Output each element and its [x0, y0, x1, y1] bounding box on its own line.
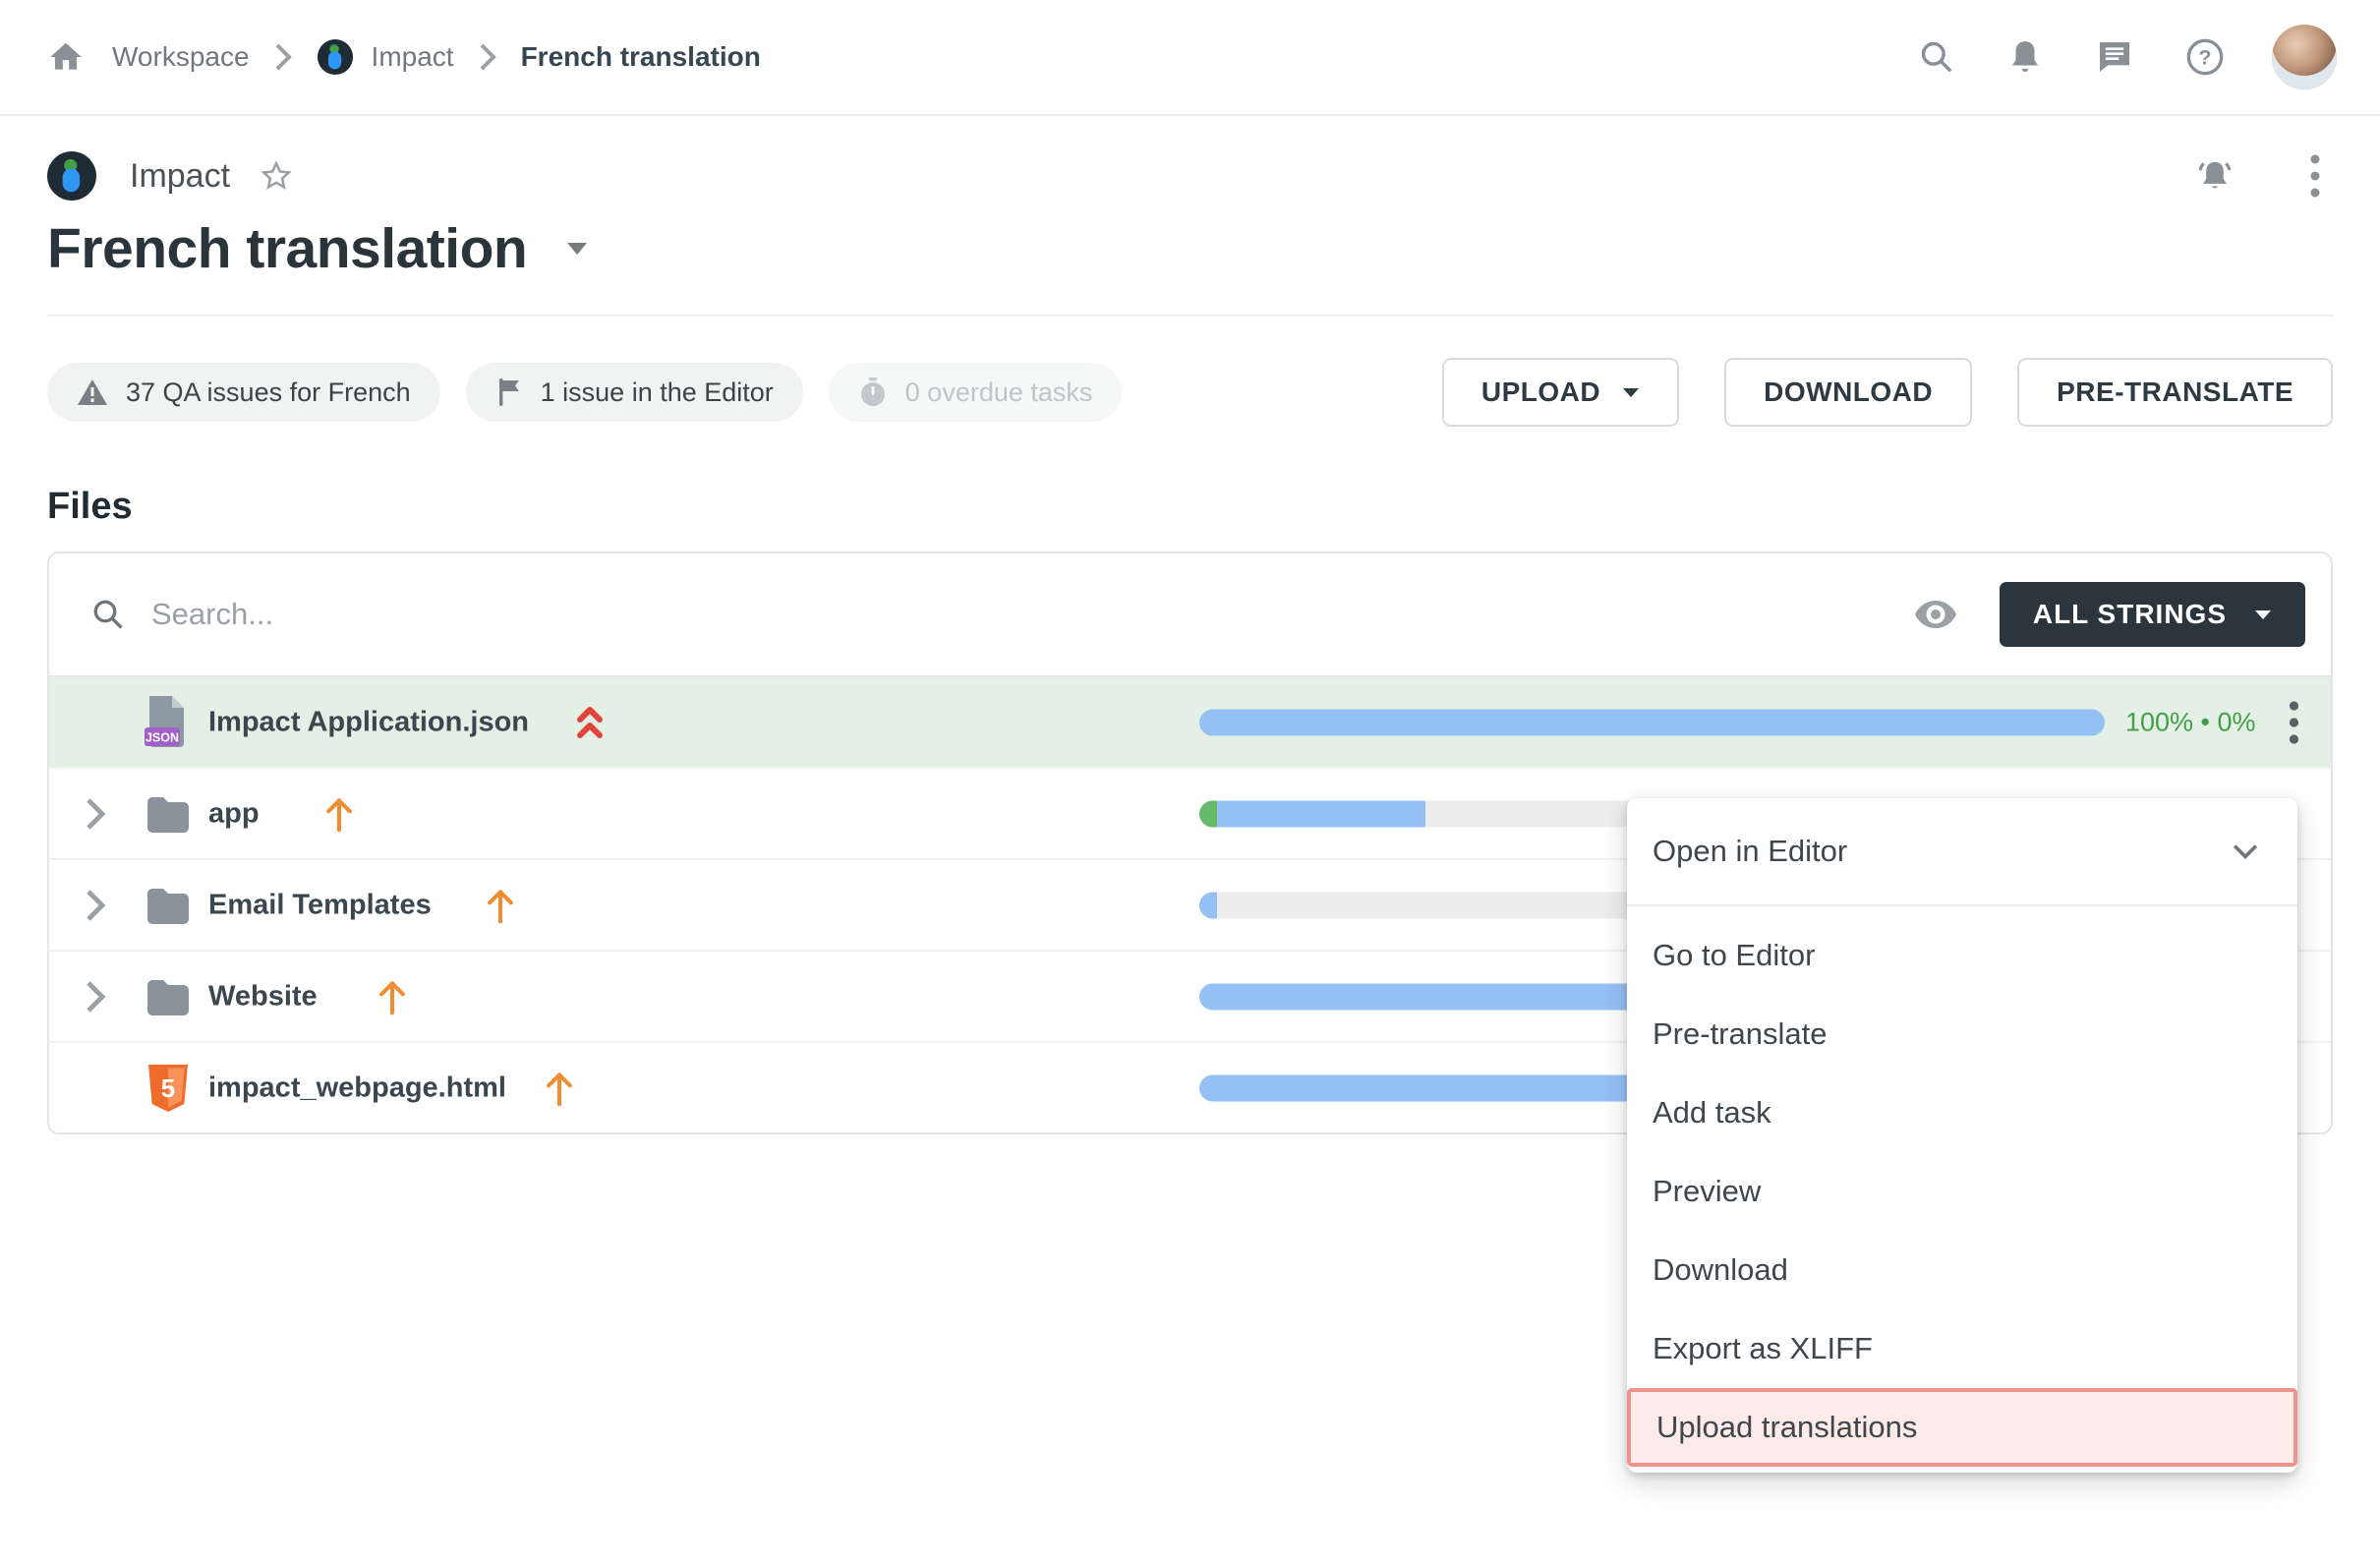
menu-item-preview[interactable]: Preview [1627, 1152, 2297, 1231]
search-icon [90, 597, 126, 632]
upload-arrow-icon [543, 1070, 576, 1107]
breadcrumb: Workspace Impact French translation [47, 38, 761, 76]
home-icon[interactable] [47, 38, 85, 76]
user-avatar[interactable] [2272, 25, 2337, 89]
qa-issues-chip[interactable]: 37 QA issues for French [47, 363, 440, 422]
file-name: impact_webpage.html [208, 1072, 506, 1104]
double-chevron-up-icon [574, 705, 606, 740]
project-logo[interactable] [47, 151, 96, 201]
menu-item-add-task[interactable]: Add task [1627, 1073, 2297, 1152]
expand-chevron-icon[interactable] [83, 979, 106, 1014]
files-search-row: ALL STRINGS [49, 553, 2331, 675]
all-strings-filter-button[interactable]: ALL STRINGS [2000, 582, 2305, 647]
project-logo-icon [317, 38, 354, 76]
upload-arrow-icon [376, 978, 409, 1015]
help-icon[interactable]: ? [2185, 37, 2225, 77]
eye-icon[interactable] [1913, 599, 1958, 630]
chat-icon[interactable] [2095, 37, 2134, 77]
topbar-icons: ? [1867, 25, 2337, 89]
project-more-kebab-icon[interactable] [2297, 152, 2333, 200]
project-notifications-bell-icon[interactable] [2193, 154, 2236, 198]
menu-item-go-to-editor[interactable]: Go to Editor [1627, 916, 2297, 995]
project-name: Impact [130, 157, 230, 196]
qa-issues-chip-label: 37 QA issues for French [126, 377, 411, 408]
title-row: French translation [47, 216, 2333, 281]
action-buttons: UPLOAD DOWNLOAD PRE-TRANSLATE [1442, 358, 2333, 427]
menu-item-download[interactable]: Download [1627, 1231, 2297, 1309]
menu-item-open-in-editor[interactable]: Open in Editor [1627, 798, 2297, 906]
expand-chevron-icon[interactable] [83, 888, 106, 923]
stopwatch-icon [858, 377, 888, 408]
menu-item-upload-translations[interactable]: Upload translations [1627, 1388, 2297, 1467]
chevron-right-icon [273, 41, 293, 73]
pre-translate-button-label: PRE-TRANSLATE [2057, 377, 2293, 408]
html-file-icon: 5 [147, 1064, 189, 1113]
top-bar: Workspace Impact French translation ? [0, 0, 2380, 116]
breadcrumb-workspace[interactable]: Workspace [112, 41, 250, 73]
json-file-icon: JSON [144, 695, 187, 750]
star-icon[interactable] [260, 159, 293, 193]
svg-text:JSON: JSON [145, 730, 179, 744]
file-name: Impact Application.json [208, 706, 529, 738]
upload-arrow-icon [322, 795, 356, 833]
chevron-down-icon [2231, 842, 2260, 860]
progress-bar [1199, 709, 2105, 735]
download-button-label: DOWNLOAD [1764, 377, 1933, 408]
all-strings-label: ALL STRINGS [2033, 599, 2227, 630]
file-name: Email Templates [208, 889, 432, 921]
menu-item-pre-translate[interactable]: Pre-translate [1627, 995, 2297, 1073]
title-caret-icon[interactable] [566, 242, 588, 256]
chevron-right-icon [478, 41, 497, 73]
folder-icon [145, 978, 191, 1015]
page-title: French translation [47, 216, 527, 281]
progress-stats: 100% • 0% [2125, 707, 2256, 737]
project-header: Impact [47, 151, 2333, 201]
svg-text:?: ? [2198, 45, 2211, 70]
breadcrumb-current: French translation [521, 41, 761, 73]
breadcrumb-project[interactable]: Impact [372, 41, 454, 73]
search-icon[interactable] [1918, 38, 1955, 76]
overdue-tasks-chip-label: 0 overdue tasks [905, 377, 1093, 408]
svg-text:5: 5 [161, 1073, 175, 1103]
row-more-kebab-icon[interactable] [2289, 700, 2299, 745]
upload-button[interactable]: UPLOAD [1442, 358, 1679, 427]
overdue-tasks-chip: 0 overdue tasks [829, 363, 1123, 422]
file-context-menu: Open in Editor Go to Editor Pre-translat… [1627, 798, 2297, 1473]
editor-issues-chip[interactable]: 1 issue in the Editor [466, 363, 803, 422]
status-chips: 37 QA issues for French 1 issue in the E… [47, 363, 1122, 422]
files-search-input[interactable] [151, 597, 1913, 632]
warning-triangle-icon [77, 377, 108, 407]
pre-translate-button[interactable]: PRE-TRANSLATE [2017, 358, 2333, 427]
file-name: app [208, 797, 260, 830]
notifications-bell-icon[interactable] [2006, 38, 2044, 76]
flag-icon [495, 377, 523, 408]
files-heading: Files [47, 486, 2333, 528]
folder-icon [145, 887, 191, 924]
editor-issues-chip-label: 1 issue in the Editor [541, 377, 774, 408]
header-divider [47, 315, 2333, 317]
file-name: Website [208, 980, 318, 1013]
caret-down-icon [1622, 387, 1640, 398]
toolbar: 37 QA issues for French 1 issue in the E… [47, 358, 2333, 427]
menu-item-export-as-xliff[interactable]: Export as XLIFF [1627, 1309, 2297, 1388]
caret-down-icon [2254, 609, 2272, 620]
download-button[interactable]: DOWNLOAD [1724, 358, 1972, 427]
folder-icon [145, 795, 191, 833]
file-row-impact-application-json[interactable]: JSON Impact Application.json 100% • 0% [49, 675, 2331, 767]
menu-items: Go to Editor Pre-translate Add task Prev… [1627, 906, 2297, 1467]
expand-chevron-icon[interactable] [83, 796, 106, 832]
upload-arrow-icon [484, 887, 517, 924]
menu-header-label: Open in Editor [1653, 834, 1847, 869]
upload-button-label: UPLOAD [1481, 377, 1600, 408]
